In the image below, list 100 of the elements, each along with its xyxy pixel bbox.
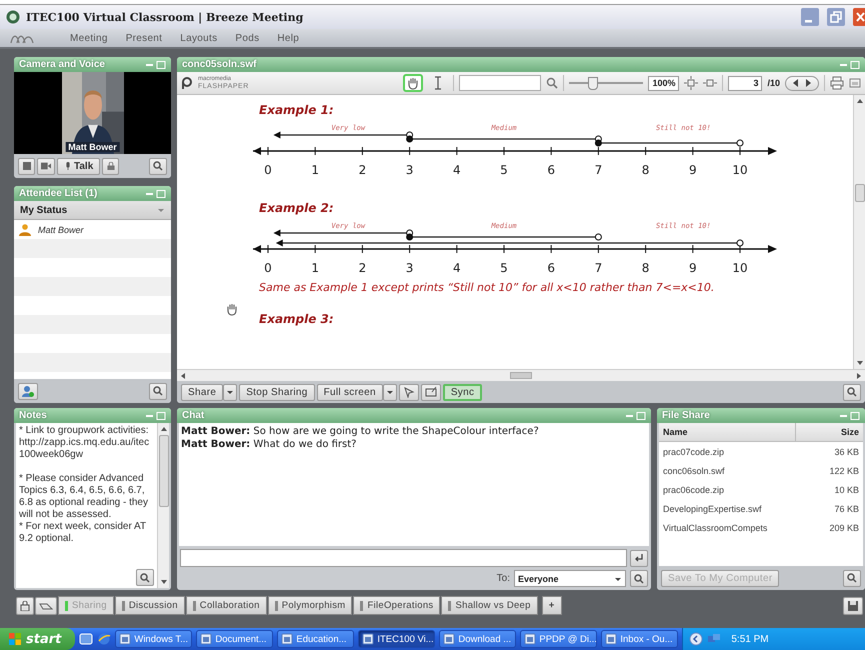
menu-item[interactable]: Pods — [235, 32, 260, 44]
menu-item[interactable]: Help — [277, 32, 300, 44]
pod-controls-icon[interactable] — [146, 190, 166, 198]
share-toolbar-button[interactable]: Share — [181, 384, 224, 400]
file-row[interactable]: VirtualClassroomCompets 209 KB — [659, 518, 863, 537]
tick-label: 10 — [732, 163, 748, 177]
zoom-slider[interactable] — [569, 77, 644, 89]
dropdown-button[interactable] — [223, 384, 238, 400]
pod-controls-icon[interactable] — [146, 412, 166, 420]
add-attendee-button[interactable] — [18, 382, 38, 400]
page-nav-button[interactable] — [785, 76, 819, 90]
windows-flag-icon — [8, 632, 22, 646]
menu-item[interactable]: Layouts — [180, 32, 218, 44]
tick-label: 9 — [688, 261, 697, 275]
dropdown-arrow-icon — [226, 388, 234, 396]
column-header[interactable]: Size — [796, 423, 863, 441]
fit-page-icon[interactable] — [684, 76, 698, 90]
file-row[interactable]: prac07code.zip 36 KB — [659, 442, 863, 461]
layout-tab[interactable]: FileOperations — [353, 596, 440, 615]
scroll-down-icon[interactable] — [160, 578, 168, 586]
add-tab-button[interactable]: + — [542, 596, 562, 615]
pod-controls-icon[interactable] — [840, 412, 860, 420]
page-field[interactable]: 3 — [728, 76, 762, 90]
minimize-button[interactable] — [801, 8, 819, 26]
window-icon[interactable] — [849, 77, 861, 89]
tick-label: 5 — [500, 261, 508, 275]
layout-tab[interactable]: Discussion — [114, 596, 185, 615]
window-title: ITEC100 Virtual Classroom | Breeze Meeting — [26, 10, 304, 24]
scroll-up-icon[interactable] — [856, 97, 864, 105]
options-button[interactable] — [843, 384, 861, 400]
tick-label: 1 — [311, 261, 320, 275]
lock-layout-button[interactable] — [16, 596, 34, 614]
vertical-scrollbar[interactable] — [853, 95, 865, 369]
dropdown-arrow-icon — [386, 388, 394, 396]
browser-icon[interactable] — [97, 632, 112, 646]
scroll-up-icon[interactable] — [160, 425, 168, 433]
window-icon — [281, 633, 294, 645]
print-icon[interactable] — [830, 76, 844, 90]
layout-tab[interactable]: Collaboration — [186, 596, 267, 615]
scroll-down-icon[interactable] — [856, 359, 864, 368]
slider-thumb[interactable] — [588, 77, 598, 90]
enter-icon — [634, 553, 644, 563]
layout-button[interactable] — [35, 596, 57, 614]
column-header[interactable]: Name — [659, 423, 796, 441]
lock-button[interactable] — [102, 158, 120, 174]
layout-tab[interactable]: Shallow vs Deep — [441, 596, 538, 615]
tick-label: 8 — [642, 163, 650, 177]
hand-tool-button[interactable] — [403, 74, 424, 92]
taskbar-button[interactable]: Windows T... — [115, 630, 192, 648]
dropdown-button[interactable] — [382, 384, 397, 400]
camera-icon — [41, 161, 51, 171]
menu-item[interactable]: Meeting — [70, 32, 108, 44]
taskbar-button[interactable]: Inbox - Ou... — [601, 630, 678, 648]
pod-controls-icon[interactable] — [146, 60, 166, 68]
stop-button[interactable] — [18, 158, 35, 174]
taskbar-button[interactable]: Download ... — [439, 630, 516, 648]
status-dropdown[interactable]: My Status — [14, 201, 171, 220]
options-button[interactable] — [149, 382, 167, 400]
scroll-thumb[interactable] — [510, 372, 532, 379]
options-button[interactable] — [149, 158, 167, 174]
talk-button[interactable]: Talk — [57, 158, 100, 174]
recipient-dropdown[interactable]: Everyone — [514, 570, 626, 587]
file-row[interactable]: prac06code.zip 10 KB — [659, 480, 863, 499]
menu-item[interactable]: Present — [126, 32, 162, 44]
sync-button[interactable]: Sync — [442, 384, 482, 400]
options-button[interactable] — [630, 570, 648, 587]
attendee-item[interactable]: Matt Bower — [14, 220, 171, 239]
chat-input[interactable] — [180, 549, 627, 567]
pointer-button[interactable] — [398, 384, 419, 400]
search-icon[interactable] — [546, 77, 558, 89]
stop-icon — [22, 162, 30, 170]
send-button[interactable] — [630, 550, 648, 566]
layout-tab[interactable]: Polymorphism — [268, 596, 352, 615]
file-row[interactable]: conc06soln.swf 122 KB — [659, 461, 863, 480]
tick-label: 9 — [688, 163, 697, 177]
taskbar-button[interactable]: Document... — [196, 630, 274, 648]
options-button[interactable] — [843, 570, 861, 586]
taskbar-button[interactable]: Education... — [277, 630, 354, 648]
vertical-scrollbar[interactable] — [157, 423, 169, 588]
desktop-icon[interactable] — [79, 632, 94, 646]
window-icon — [605, 633, 618, 645]
taskbar-button[interactable]: PPDP @ Di... — [520, 630, 598, 648]
restore-button[interactable] — [827, 8, 845, 26]
scroll-thumb[interactable] — [158, 435, 168, 507]
save-layout-button[interactable] — [843, 596, 863, 614]
taskbar-button[interactable]: ITEC100 Vi... — [358, 630, 436, 648]
pod-controls-icon[interactable] — [626, 412, 646, 420]
options-button[interactable] — [136, 569, 154, 586]
annotate-button[interactable] — [420, 384, 441, 400]
camera-button[interactable] — [37, 158, 55, 174]
share-toolbar-button[interactable]: Full screen — [316, 384, 383, 400]
horizontal-scrollbar[interactable] — [177, 369, 865, 381]
zoom-field[interactable]: 100% — [648, 76, 680, 90]
share-toolbar-button[interactable]: Stop Sharing — [239, 384, 315, 400]
pod-controls-icon[interactable] — [840, 60, 860, 68]
close-button[interactable] — [853, 8, 865, 26]
file-row[interactable]: DevelopingExpertise.swf 76 KB — [659, 499, 863, 518]
scroll-thumb[interactable] — [854, 184, 864, 202]
tick-label: 2 — [358, 261, 366, 275]
search-field[interactable] — [459, 75, 542, 91]
